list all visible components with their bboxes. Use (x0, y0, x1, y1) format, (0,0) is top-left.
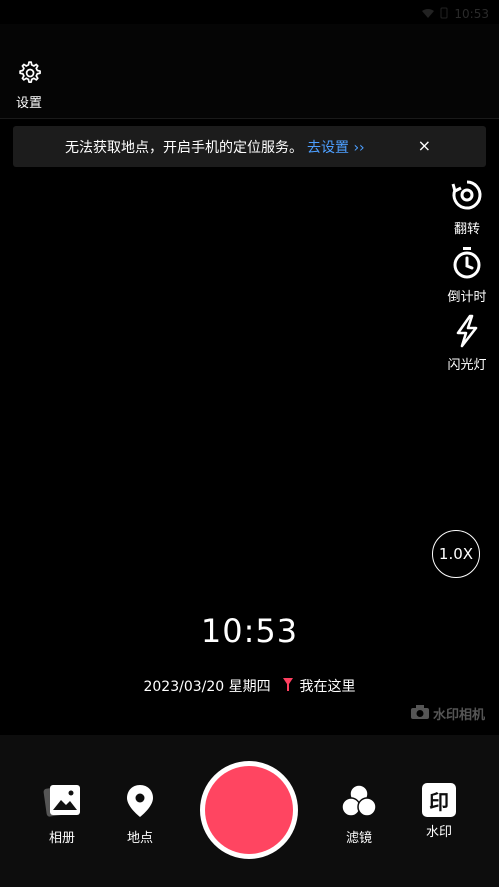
location-permission-banner: 无法获取地点，开启手机的定位服务。 去设置 ›› × (13, 126, 486, 167)
flash-button[interactable]: 闪光灯 (443, 314, 491, 373)
settings-label: 设置 (15, 96, 42, 111)
album-label: 相册 (48, 831, 75, 846)
watermark-label: 水印 (425, 825, 452, 840)
timer-icon (450, 247, 484, 284)
flash-label: 闪光灯 (447, 358, 487, 373)
flash-icon (450, 314, 484, 352)
status-time: 10:53 (454, 6, 489, 21)
top-bar: 设置 (0, 24, 499, 119)
gear-icon (16, 61, 42, 90)
wifi-icon (422, 4, 435, 23)
watermark-brand-logo: 水印相机 (410, 704, 485, 723)
battery-icon (440, 4, 448, 23)
banner-message: 无法获取地点，开启手机的定位服务。 (65, 139, 303, 156)
status-bar: 10:53 (0, 0, 499, 24)
shutter-inner (205, 766, 293, 854)
filter-icon (339, 784, 379, 823)
go-settings-link[interactable]: 去设置 ›› (307, 137, 365, 157)
location-label: 地点 (126, 831, 153, 846)
location-button[interactable]: 地点 (112, 783, 168, 846)
flip-label: 翻转 (453, 222, 480, 237)
flip-camera-icon (450, 180, 484, 216)
overlay-time: 10:53 (200, 612, 299, 650)
flip-camera-button[interactable]: 翻转 (443, 178, 491, 237)
bottom-bar: 相册 地点 滤镜 印 水印 (0, 735, 499, 887)
album-icon (42, 785, 82, 823)
settings-button[interactable]: 设置 (12, 60, 46, 111)
album-button[interactable]: 相册 (34, 783, 90, 846)
zoom-button[interactable]: 1.0X (432, 530, 480, 578)
filter-button[interactable]: 滤镜 (331, 783, 387, 846)
timer-label: 倒计时 (447, 290, 487, 305)
filter-label: 滤镜 (345, 831, 372, 846)
watermark-button[interactable]: 印 水印 (411, 783, 467, 840)
overlay-location: 我在这里 (299, 679, 356, 695)
camera-icon (410, 704, 429, 723)
shutter-button[interactable] (200, 761, 298, 859)
location-pin-icon (283, 678, 297, 695)
status-icons: 10:53 (422, 4, 489, 23)
watermark-icon: 印 (422, 783, 456, 817)
overlay-date: 2023/03/20 星期四 (143, 679, 271, 695)
timer-button[interactable]: 倒计时 (443, 246, 491, 305)
banner-close-button[interactable]: × (418, 136, 431, 155)
overlay-date-location: 2023/03/20 星期四 我在这里 (0, 676, 499, 696)
brand-name: 水印相机 (432, 708, 485, 723)
location-icon (123, 785, 157, 823)
